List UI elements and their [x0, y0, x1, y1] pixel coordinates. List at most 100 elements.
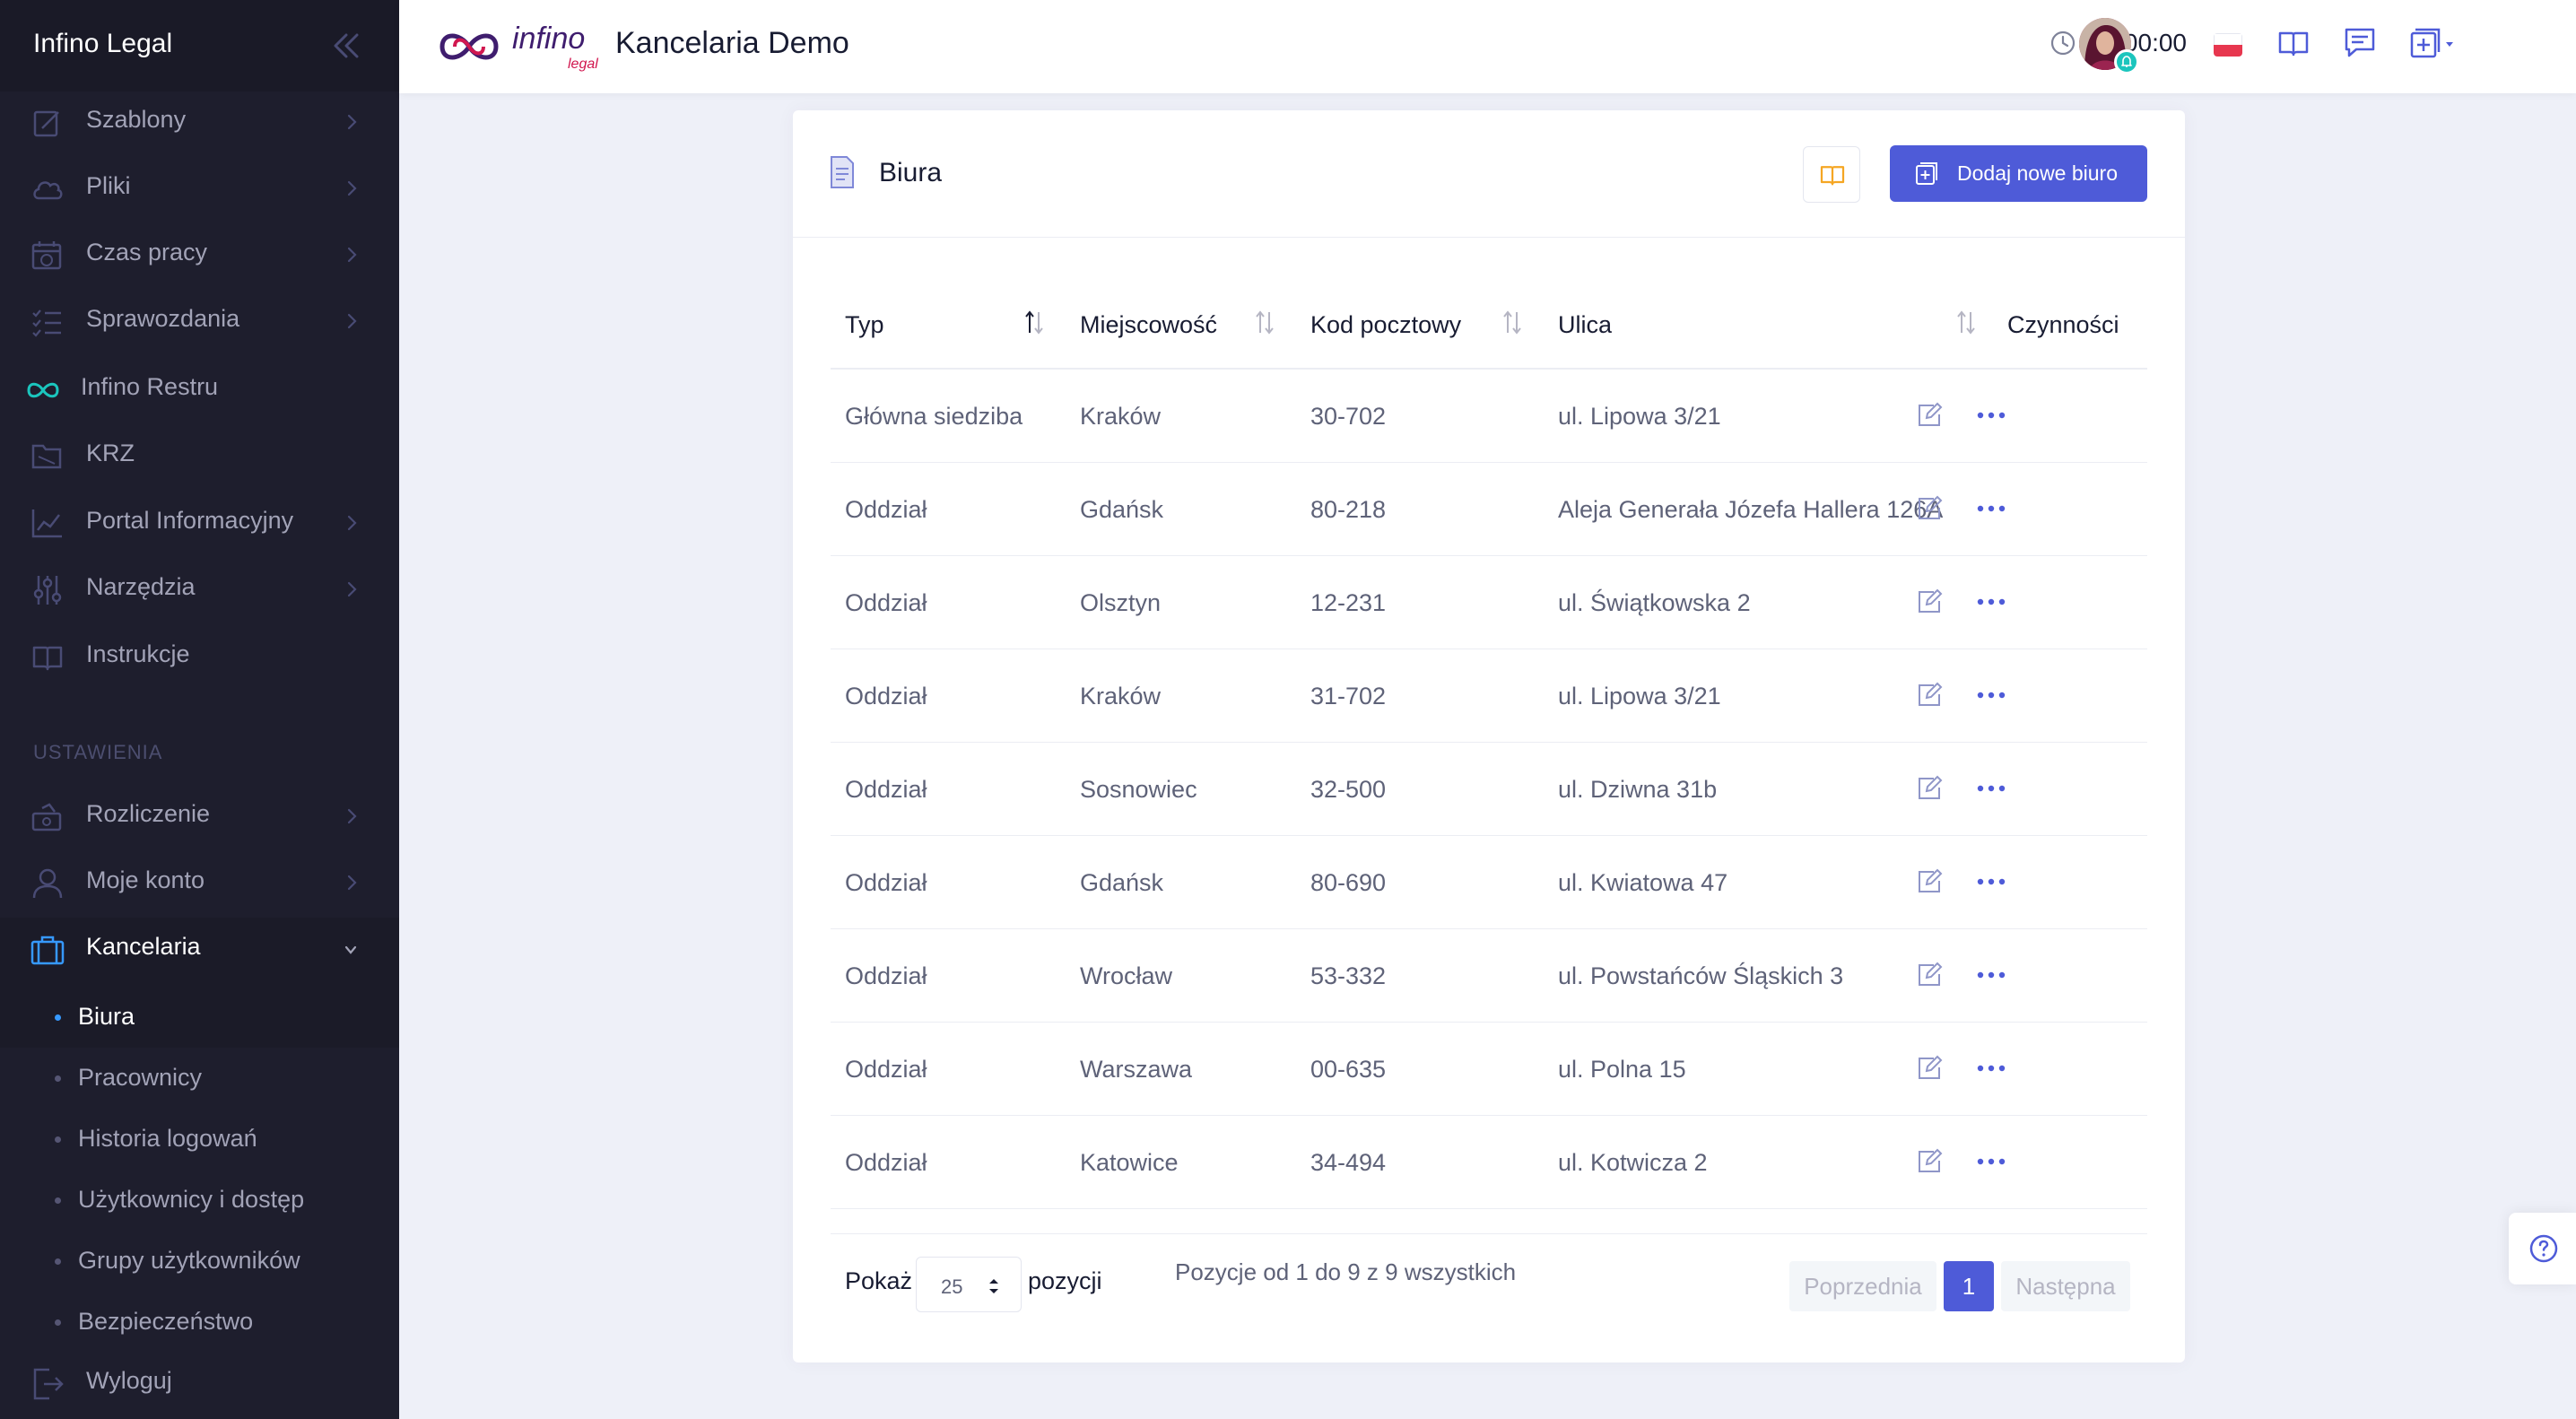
sidebar-subitem-label: Historia logowań: [78, 1125, 257, 1152]
more-dots-icon[interactable]: [1975, 500, 2007, 518]
sidebar-item-sprawozdania[interactable]: Sprawozdania: [0, 290, 399, 353]
chat-icon[interactable]: [2342, 25, 2378, 61]
sidebar-subitem-biura[interactable]: Biura: [0, 988, 399, 1042]
sort-icon[interactable]: [1955, 308, 1977, 336]
help-button[interactable]: [2509, 1213, 2576, 1284]
edit-icon[interactable]: [1916, 775, 1943, 802]
timer-icon[interactable]: [2049, 30, 2076, 57]
column-header-3[interactable]: Kod pocztowy: [1310, 311, 1461, 339]
table-cell: Gdańsk: [1080, 496, 1164, 523]
book-icon: [32, 646, 63, 671]
briefcase-icon: [30, 936, 65, 965]
previous-page-button[interactable]: Poprzednia: [1789, 1261, 1936, 1311]
sidebar-item-label: Infino Restru: [81, 373, 219, 400]
cloud-icon: [33, 181, 63, 200]
table-row: Oddział Kraków 31-702 ul. Lipowa 3/21: [831, 649, 2147, 743]
sidebar-item-infino-restru[interactable]: Infino Restru: [0, 358, 399, 421]
table-cell: 12-231: [1310, 589, 1387, 616]
sidebar-item-kancelaria[interactable]: Kancelaria: [0, 918, 399, 980]
collapse-sidebar-icon[interactable]: [328, 30, 364, 61]
sidebar-item-portal-informacyjny[interactable]: Portal Informacyjny: [0, 492, 399, 554]
sort-icon[interactable]: [1023, 308, 1045, 336]
sidebar-item-label: Szablony: [86, 106, 187, 133]
notification-badge-icon[interactable]: [2114, 49, 2139, 74]
edit-icon[interactable]: [1916, 682, 1943, 709]
more-dots-icon[interactable]: [1975, 406, 2007, 424]
sidebar-subitem-pracownicy[interactable]: Pracownicy: [0, 1049, 399, 1103]
table-cell: ul. Dziwna 31b: [1558, 776, 1718, 803]
edit-icon[interactable]: [1916, 962, 1943, 988]
add-menu-icon[interactable]: [2406, 25, 2460, 61]
column-header-4[interactable]: Ulica: [1558, 311, 1612, 339]
sidebar-item-label: Rozliczenie: [86, 800, 211, 827]
more-dots-icon[interactable]: [1975, 1153, 2007, 1171]
chevron-right-icon: [347, 247, 357, 263]
page-size-select[interactable]: 25: [916, 1257, 1022, 1312]
pagination-info: Pozycje od 1 do 9 z 9 wszystkich: [1175, 1258, 1517, 1285]
template-icon: [33, 110, 59, 137]
sidebar-item-rozliczenie[interactable]: Rozliczenie: [0, 785, 399, 848]
sidebar-subitem-użytkownicy-i-dostęp[interactable]: Użytkownicy i dostęp: [0, 1171, 399, 1225]
more-dots-icon[interactable]: [1975, 779, 2007, 797]
sidebar-item-narzędzia[interactable]: Narzędzia: [0, 558, 399, 621]
next-page-button[interactable]: Następna: [2001, 1261, 2130, 1311]
sidebar-item-pliki[interactable]: Pliki: [0, 157, 399, 220]
edit-icon[interactable]: [1916, 868, 1943, 895]
infino-logo[interactable]: infino legal: [433, 16, 604, 79]
settings-section-label: USTAWIENIA: [33, 741, 163, 763]
sidebar-item-instrukcje[interactable]: Instrukcje: [0, 625, 399, 688]
more-dots-icon[interactable]: [1975, 966, 2007, 984]
edit-icon[interactable]: [1916, 495, 1943, 522]
logo-subtext: legal: [568, 57, 598, 72]
table-footer-divider: [831, 1233, 2147, 1234]
add-office-button[interactable]: Dodaj nowe biuro: [1890, 145, 2147, 202]
sidebar-subitem-grupy-użytkowników[interactable]: Grupy użytkowników: [0, 1232, 399, 1286]
edit-icon[interactable]: [1916, 1055, 1943, 1082]
table-cell: Wrocław: [1080, 962, 1173, 989]
edit-icon[interactable]: [1916, 1148, 1943, 1175]
table-cell: 80-218: [1310, 496, 1387, 523]
chart-icon: [31, 509, 62, 538]
table-cell: ul. Polna 15: [1558, 1056, 1686, 1083]
book-icon: [1820, 166, 1845, 186]
card-header: Biura Dodaj nowe biuro: [793, 110, 2185, 238]
sidebar-item-szablony[interactable]: Szablony: [0, 91, 399, 153]
sidebar-subitem-historia-logowań[interactable]: Historia logowań: [0, 1110, 399, 1164]
table-cell: Oddział: [845, 1149, 927, 1176]
sidebar-subitem-bezpieczeństwo[interactable]: Bezpieczeństwo: [0, 1293, 399, 1347]
sidebar-item-krz[interactable]: KRZ: [0, 424, 399, 487]
sidebar-item-moje-konto[interactable]: Moje konto: [0, 851, 399, 914]
sidebar-item-label: Czas pracy: [86, 239, 208, 266]
sidebar-item-logout[interactable]: Wyloguj: [0, 1352, 399, 1415]
table-cell: Oddział: [845, 1056, 927, 1083]
table-cell: Gdańsk: [1080, 869, 1164, 896]
user-icon: [32, 868, 63, 899]
logout-icon: [33, 1368, 64, 1400]
sidebar-brand: Infino Legal: [0, 0, 399, 91]
instructions-button[interactable]: [1803, 146, 1860, 203]
polish-flag-icon[interactable]: [2214, 33, 2242, 57]
sidebar-subitem-label: Użytkownicy i dostęp: [78, 1186, 305, 1213]
page-1-button[interactable]: 1: [1944, 1261, 1994, 1311]
column-header-2[interactable]: Miejscowość: [1080, 311, 1217, 339]
sort-icon[interactable]: [1501, 308, 1523, 336]
app-title: Kancelaria Demo: [615, 26, 849, 60]
book-icon[interactable]: [2276, 25, 2311, 61]
document-icon: [831, 156, 854, 188]
sidebar-subitem-label: Bezpieczeństwo: [78, 1308, 254, 1335]
sidebar-item-label: Kancelaria: [86, 933, 201, 960]
more-dots-icon[interactable]: [1975, 686, 2007, 704]
infinity-icon: [27, 382, 59, 398]
more-dots-icon[interactable]: [1975, 873, 2007, 891]
more-dots-icon[interactable]: [1975, 1059, 2007, 1077]
sidebar-item-czas-pracy[interactable]: Czas pracy: [0, 223, 399, 286]
column-header-1[interactable]: Typ: [845, 311, 884, 339]
table-row: Oddział Katowice 34-494 ul. Kotwicza 2: [831, 1116, 2147, 1209]
edit-icon[interactable]: [1916, 402, 1943, 429]
more-dots-icon[interactable]: [1975, 593, 2007, 611]
help-icon: [2529, 1234, 2558, 1263]
sidebar-item-label: KRZ: [86, 440, 135, 466]
sidebar-item-label: Pliki: [86, 172, 131, 199]
sort-icon[interactable]: [1254, 308, 1275, 336]
edit-icon[interactable]: [1916, 588, 1943, 615]
